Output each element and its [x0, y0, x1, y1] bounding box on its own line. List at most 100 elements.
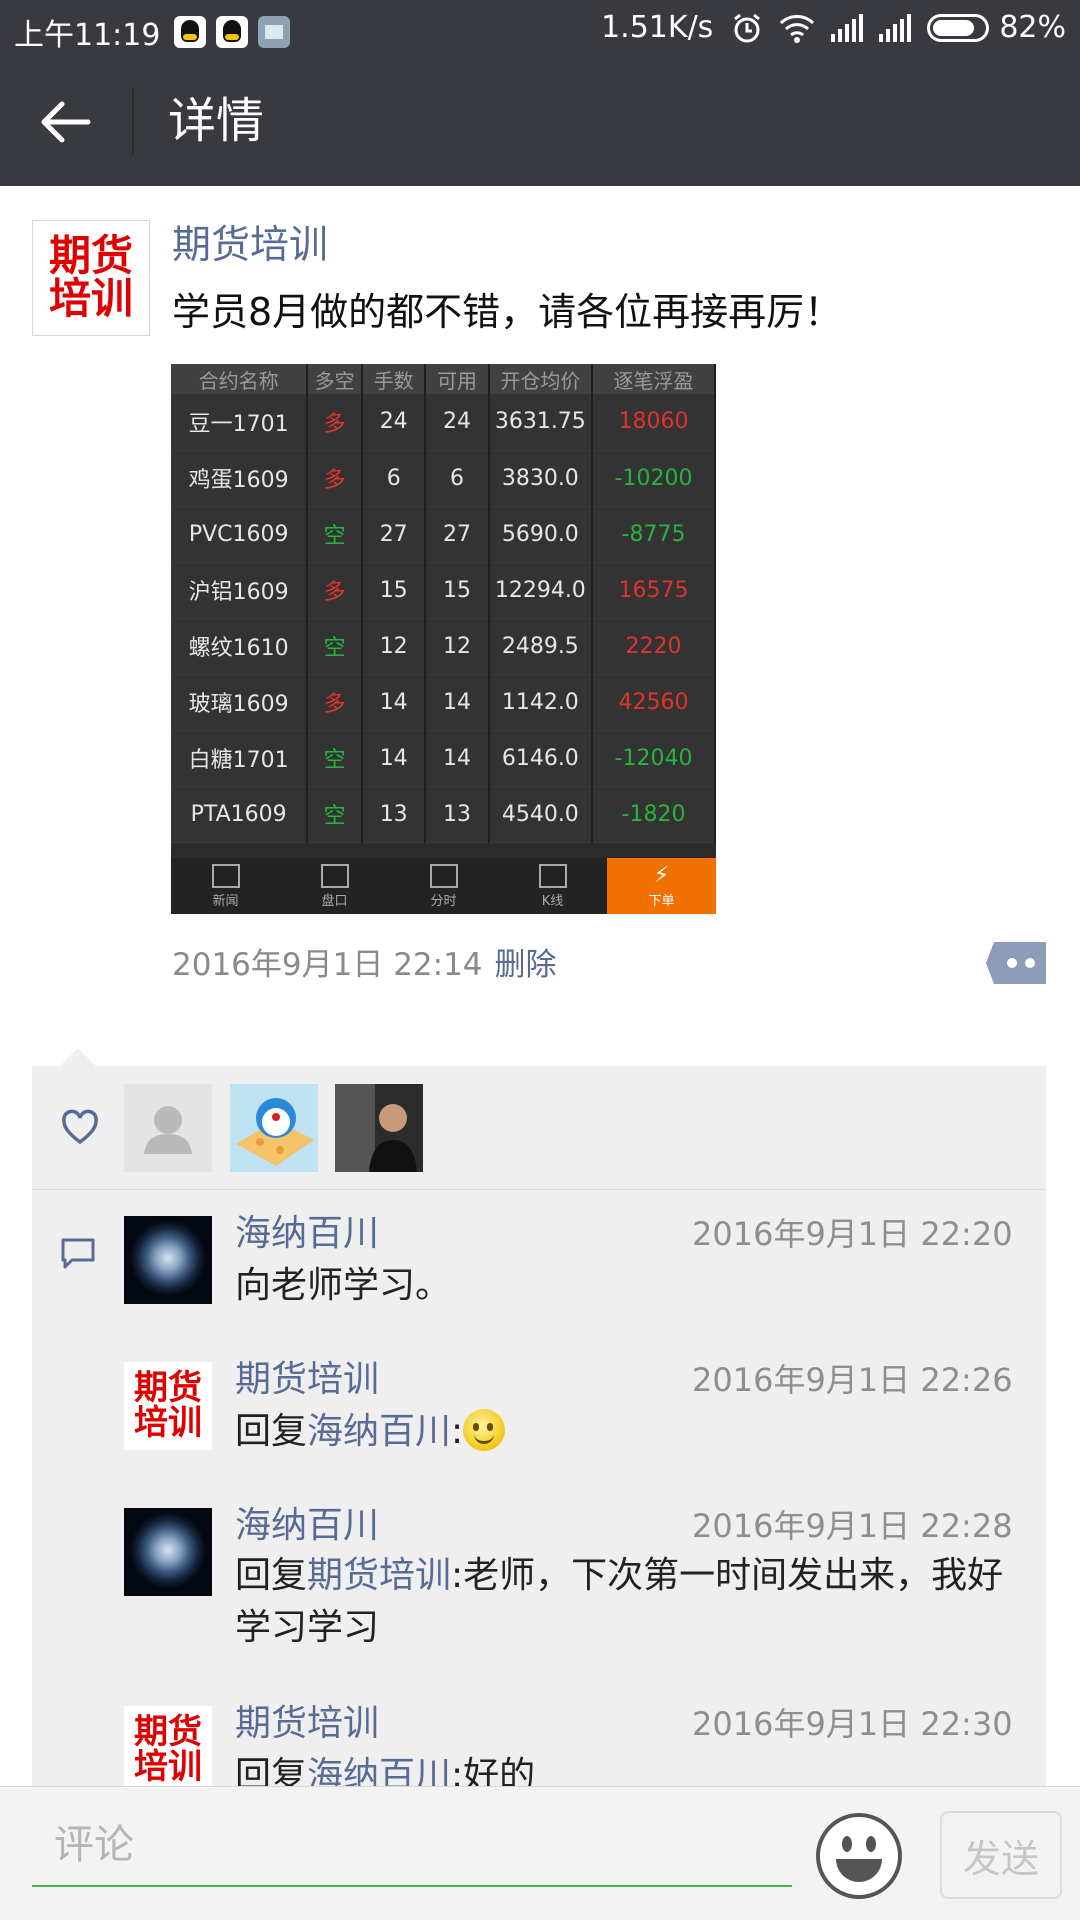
- commenter-name[interactable]: 海纳百川: [235, 1210, 379, 1258]
- table-cell: 5690.0: [488, 506, 594, 563]
- table-cell: 2489.5: [488, 618, 594, 675]
- table-cell: PTA1609: [171, 786, 309, 843]
- trading-tab: 盘口: [280, 858, 389, 914]
- table-cell: 6: [362, 450, 427, 507]
- table-cell: -10200: [592, 450, 716, 507]
- table-cell: 12: [362, 618, 427, 675]
- post-image-trading-table[interactable]: 合约名称 多空 手数 可用 开仓均价 逐笔浮盈 豆一1701 多 24 24 3631.75 180…: [171, 364, 716, 914]
- post-time: 2016年9月1日 22:14: [172, 947, 483, 983]
- back-arrow-icon[interactable]: [36, 92, 96, 152]
- comment-time: 2016年9月1日 22:20: [692, 1215, 1013, 1253]
- table-column-header: 手数: [362, 364, 427, 394]
- table-cell: 3830.0: [488, 450, 594, 507]
- reply-prefix: 回复: [235, 1411, 308, 1452]
- tab-icon: [211, 863, 240, 888]
- table-cell: 玻璃1609: [171, 674, 309, 731]
- cartoon-avatar-icon: [236, 1098, 314, 1166]
- table-cell: 15: [425, 562, 490, 619]
- table-header: 合约名称 多空 手数 可用 开仓均价 逐笔浮盈: [171, 364, 716, 394]
- table-cell: -1820: [592, 786, 716, 843]
- table-cell: 螺纹1610: [171, 618, 309, 675]
- commenter-avatar[interactable]: 期货 培训: [124, 1706, 212, 1794]
- logo-line: 期货: [134, 1368, 202, 1409]
- battery-icon: [927, 13, 990, 42]
- signal-icon: [879, 13, 912, 42]
- table-cell: PVC1609: [171, 506, 309, 563]
- photo-avatar-icon: [335, 1084, 423, 1172]
- commenter-avatar[interactable]: [124, 1508, 212, 1596]
- table-cell: 鸡蛋1609: [171, 450, 309, 507]
- reply-target[interactable]: 期货培训: [307, 1555, 451, 1596]
- table-row: 鸡蛋1609 多 6 6 3830.0 -10200: [171, 450, 716, 507]
- liker-avatar[interactable]: [335, 1084, 423, 1172]
- heart-icon: [62, 1109, 98, 1145]
- wifi-icon: [780, 14, 815, 43]
- table-cell: 沪铝1609: [171, 562, 309, 619]
- more-actions-icon[interactable]: [986, 942, 1046, 984]
- page-title: 详情: [168, 93, 265, 149]
- table-cell: 豆一1701: [171, 394, 309, 451]
- table-row: PVC1609 空 27 27 5690.0 -8775: [171, 506, 716, 563]
- table-cell: 24: [425, 394, 490, 451]
- battery-percent: 82%: [999, 10, 1066, 45]
- table-cell: 14: [425, 730, 490, 787]
- table-cell: 3631.75: [488, 394, 594, 451]
- table-cell: 多: [307, 674, 364, 731]
- table-cell: 12: [425, 618, 490, 675]
- author-logo: 期货 培训: [33, 221, 149, 335]
- status-left: 上午11:19: [14, 10, 291, 54]
- reply-target[interactable]: 海纳百川: [307, 1411, 451, 1452]
- table-cell: 空: [307, 786, 364, 843]
- table-cell: 多: [307, 394, 364, 451]
- liker-avatar[interactable]: [230, 1084, 318, 1172]
- table-cell: 15: [362, 562, 427, 619]
- comment-time: 2016年9月1日 22:30: [692, 1705, 1013, 1743]
- table-cell: 27: [425, 506, 490, 563]
- commenter-name[interactable]: 期货培训: [235, 1700, 379, 1748]
- emoji-icon[interactable]: [814, 1811, 904, 1901]
- table-cell: 4540.0: [488, 786, 594, 843]
- trading-tab-bar: 新闻 盘口 分时 K线 ⚡ 下单: [171, 858, 716, 914]
- table-column-header: 逐笔浮盈: [592, 364, 716, 394]
- author-avatar[interactable]: 期货 培训: [32, 220, 150, 336]
- title-divider: [132, 88, 134, 154]
- table-cell: 14: [425, 674, 490, 731]
- tab-icon: [320, 863, 349, 888]
- table-row: 螺纹1610 空 12 12 2489.5 2220: [171, 618, 716, 675]
- logo-line: 培训: [134, 1747, 202, 1787]
- table-cell: 13: [362, 786, 427, 843]
- qq-icon: [216, 16, 249, 48]
- commenter-name[interactable]: 海纳百川: [235, 1502, 379, 1550]
- delete-link[interactable]: 删除: [495, 947, 557, 983]
- table-row: PTA1609 空 13 13 4540.0 -1820: [171, 786, 716, 843]
- table-cell: 空: [307, 506, 364, 563]
- send-button[interactable]: 发送: [940, 1811, 1062, 1899]
- tab-label: 新闻: [212, 893, 239, 909]
- battery-level: [933, 19, 975, 36]
- commenter-avatar[interactable]: [124, 1216, 212, 1304]
- liker-avatar[interactable]: [124, 1084, 212, 1172]
- commenter-name[interactable]: 期货培训: [235, 1356, 379, 1404]
- logo-line: 期货: [134, 1712, 202, 1753]
- author-logo: 期货 培训: [124, 1706, 212, 1794]
- tab-label: K线: [541, 893, 564, 909]
- table-cell: 白糖1701: [171, 730, 309, 787]
- comment-text: 回复期货培训:老师，下次第一时间发出来，我好学习学习: [235, 1550, 1035, 1654]
- commenter-avatar[interactable]: 期货 培训: [124, 1362, 212, 1450]
- comment-input[interactable]: [32, 1805, 792, 1887]
- comment-input-bar: 发送: [0, 1786, 1080, 1920]
- table-column-header: 多空: [307, 364, 364, 394]
- comment-time: 2016年9月1日 22:26: [692, 1361, 1013, 1399]
- alarm-icon: [734, 13, 761, 42]
- table-cell: 6: [425, 450, 490, 507]
- table-cell: 空: [307, 618, 364, 675]
- network-speed: 1.51K/s: [601, 10, 714, 45]
- post-author-name[interactable]: 期货培训: [172, 220, 328, 272]
- tab-icon: [429, 863, 458, 888]
- table-row: 玻璃1609 多 14 14 1142.0 42560: [171, 674, 716, 731]
- comment-icon: [61, 1238, 95, 1269]
- table-column-header: 开仓均价: [488, 364, 594, 394]
- tab-icon: ⚡: [653, 862, 670, 888]
- comment-time: 2016年9月1日 22:28: [692, 1507, 1013, 1545]
- logo-line: 培训: [48, 274, 133, 323]
